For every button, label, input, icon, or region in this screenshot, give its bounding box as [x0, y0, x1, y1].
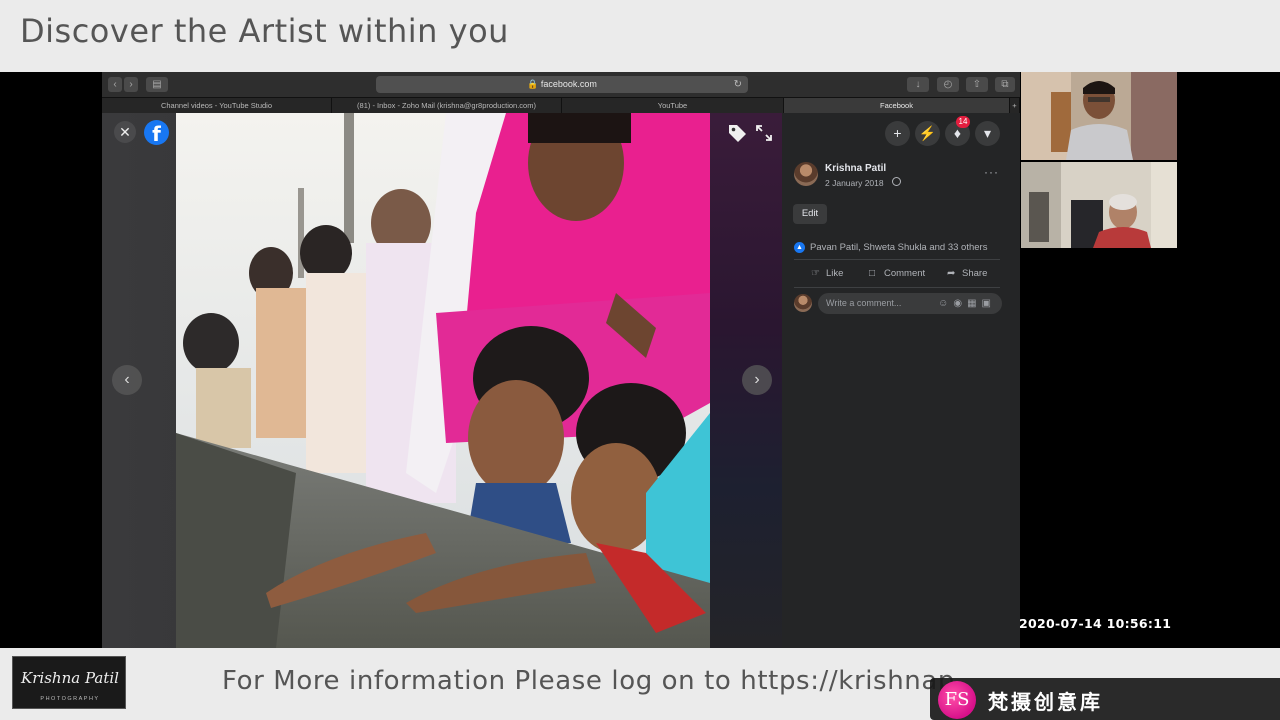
- chevron-right-icon: ›: [754, 371, 760, 388]
- browser-window: ‹ › ▤ 🔒 facebook.com ↻ ↓ ◴ ⇧ ⧉ Channel v…: [102, 72, 1020, 648]
- tab-bar: Channel videos - YouTube Studio (81) - I…: [102, 97, 1020, 114]
- participant-video-1: [1021, 72, 1177, 160]
- post-date[interactable]: 2 January 2018: [825, 178, 884, 188]
- forward-button[interactable]: ›: [124, 77, 138, 92]
- author-name[interactable]: Krishna Patil: [825, 163, 886, 174]
- address-bar[interactable]: 🔒 facebook.com ↻: [376, 76, 748, 93]
- photo-crowd-image: [176, 113, 710, 648]
- create-button[interactable]: +: [885, 121, 910, 146]
- facebook-logo-icon[interactable]: f: [144, 120, 169, 146]
- reload-icon[interactable]: ↻: [734, 76, 742, 93]
- previous-photo-button[interactable]: ‹: [112, 365, 142, 395]
- messenger-icon: ⚡: [918, 125, 937, 141]
- watermark: FS 梵摄创意库: [930, 678, 1280, 720]
- sidebar-toggle-button[interactable]: ▤: [146, 77, 168, 92]
- caret-down-icon: ▾: [983, 125, 992, 141]
- comment-label: Comment: [884, 268, 926, 279]
- plus-icon: +: [893, 125, 902, 141]
- share-button[interactable]: ⇧: [966, 77, 988, 92]
- like-button[interactable]: ☞ Like: [811, 267, 843, 281]
- share-icon: ➦: [947, 268, 956, 279]
- like-reaction-icon: ▲: [794, 242, 805, 253]
- back-button[interactable]: ‹: [108, 77, 122, 92]
- post-details-panel: + ⚡ ♦ 14 ▾ Krishna Patil 2 January 2018 …: [782, 113, 1020, 648]
- participant-image: [1021, 162, 1177, 248]
- messenger-button[interactable]: ⚡: [915, 121, 940, 146]
- tab-zoho-mail[interactable]: (81) - Inbox - Zoho Mail (krishna@gr8pro…: [332, 98, 562, 114]
- address-text: facebook.com: [540, 79, 597, 89]
- empty-video-area: [1021, 248, 1177, 648]
- like-label: Like: [826, 268, 844, 279]
- browser-toolbar: ‹ › ▤ 🔒 facebook.com ↻ ↓ ◴ ⇧ ⧉: [102, 72, 1020, 97]
- tab-youtube[interactable]: YouTube: [562, 98, 784, 114]
- divider: [794, 259, 1000, 260]
- comment-button[interactable]: □ Comment: [869, 267, 925, 281]
- watermark-logo: FS: [938, 681, 976, 719]
- banner-title: Discover the Artist within you: [20, 12, 509, 50]
- participant-video-2: [1021, 162, 1177, 248]
- watermark-text: 梵摄创意库: [988, 690, 1103, 714]
- info-text: For More information Please log on to ht…: [222, 666, 955, 696]
- commenter-avatar: [794, 294, 812, 312]
- author-avatar[interactable]: [794, 162, 818, 186]
- download-button[interactable]: ↓: [907, 77, 929, 92]
- participant-image: [1021, 72, 1177, 160]
- notification-badge: 14: [956, 116, 970, 128]
- account-menu-button[interactable]: ▾: [975, 121, 1000, 146]
- globe-icon: [892, 177, 901, 186]
- like-icon: ☞: [811, 268, 820, 279]
- next-photo-button[interactable]: ›: [742, 365, 772, 395]
- expand-icon[interactable]: [755, 124, 773, 142]
- tab-youtube-studio[interactable]: Channel videos - YouTube Studio: [102, 98, 332, 114]
- close-viewer-button[interactable]: ✕: [114, 121, 136, 143]
- divider: [794, 287, 1000, 288]
- bottom-banner: Krishna Patil PHOTOGRAPHY For More infor…: [0, 648, 1280, 720]
- lock-icon: 🔒: [527, 79, 541, 89]
- reactions-summary[interactable]: Pavan Patil, Shweta Shukla and 33 others: [810, 242, 987, 253]
- new-tab-button[interactable]: +: [1010, 98, 1020, 114]
- logo-script: Krishna Patil: [21, 669, 119, 687]
- photo-viewer: ✕ f ‹ ›: [102, 113, 782, 648]
- share-post-button[interactable]: ➦ Share: [947, 267, 987, 281]
- logo-subtitle: PHOTOGRAPHY: [40, 696, 100, 702]
- tabs-overview-button[interactable]: ⧉: [995, 77, 1015, 92]
- comment-placeholder: Write a comment...: [826, 298, 902, 308]
- tag-icon[interactable]: [726, 122, 748, 144]
- comment-icon: □: [869, 268, 876, 279]
- post-photo[interactable]: [176, 113, 710, 648]
- top-banner: Discover the Artist within you: [0, 0, 1280, 72]
- call-timestamp: 2020-07-14 10:56:11: [1019, 616, 1172, 631]
- comment-attachment-icons[interactable]: ☺◉▦▣: [938, 293, 996, 314]
- edit-button[interactable]: Edit: [793, 204, 827, 224]
- history-button[interactable]: ◴: [937, 77, 959, 92]
- close-icon: ✕: [119, 124, 131, 140]
- tab-facebook[interactable]: Facebook: [784, 98, 1010, 114]
- more-icon[interactable]: ···: [984, 165, 999, 179]
- comment-input[interactable]: Write a comment... ☺◉▦▣: [818, 293, 1002, 314]
- share-label: Share: [962, 268, 988, 279]
- chevron-left-icon: ‹: [124, 371, 130, 388]
- brand-logo: Krishna Patil PHOTOGRAPHY: [12, 656, 126, 709]
